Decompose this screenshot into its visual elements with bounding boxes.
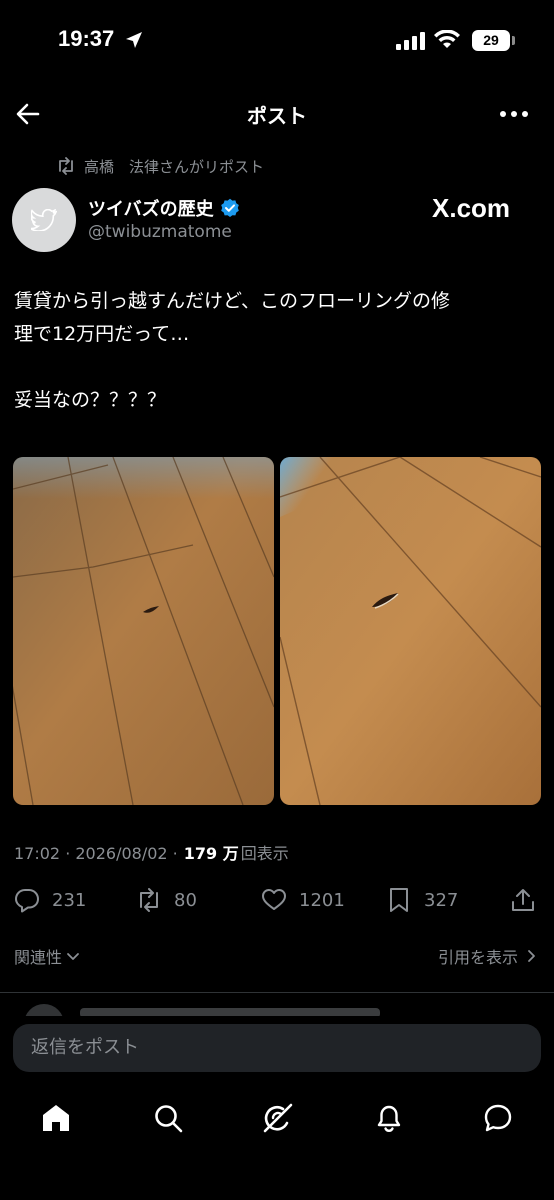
share-icon [512, 889, 534, 911]
reply-count: 231 [52, 889, 87, 911]
post-meta: 17:02 · 2026/08/02 · 179 万 回表示 [14, 840, 289, 864]
post-timestamp: 17:02 · 2026/08/02 · [14, 844, 178, 863]
top-nav-bar: ポスト [0, 92, 554, 138]
sort-relevance-label: 関連性 [14, 948, 63, 967]
status-bar: 19:37 29 [0, 0, 554, 80]
bird-icon [31, 209, 57, 231]
chevron-down-icon [67, 953, 79, 960]
location-arrow-icon [126, 32, 142, 48]
search-icon [155, 1105, 183, 1133]
post-text: 賃貸から引っ越すんだけど、このフローリングの修 理で12万円だって… 妥当なの？… [14, 285, 544, 417]
repost-icon [59, 157, 73, 175]
status-time: 19:37 [58, 26, 115, 51]
like-button[interactable]: 1201 [261, 880, 345, 920]
author-handle[interactable]: @twibuzmatome [88, 222, 232, 242]
divider [0, 992, 554, 993]
reply-avatar [24, 1004, 64, 1016]
like-count: 1201 [299, 889, 345, 911]
author-display-name: ツイバズの歴史 [88, 199, 214, 220]
grok-icon [263, 1103, 293, 1133]
post-photo[interactable] [13, 457, 274, 805]
message-icon [484, 1104, 512, 1132]
post-actions: 231 80 1201 327 [0, 880, 554, 920]
comment-icon [15, 889, 39, 913]
wifi-icon [434, 30, 460, 48]
bell-icon [377, 1105, 401, 1133]
chevron-right-icon [528, 950, 535, 962]
page-title: ポスト [247, 104, 307, 128]
floor-photo-image [280, 457, 541, 805]
repost-icon [140, 888, 158, 912]
tab-notifications[interactable] [373, 1102, 405, 1134]
author-name[interactable]: ツイバズの歴史 [88, 195, 240, 221]
xcom-badge: X.com [432, 193, 510, 224]
bookmark-count: 327 [424, 889, 459, 911]
cellular-signal-icon [396, 32, 425, 50]
replies-sort-row: 関連性 引用を表示 [0, 944, 554, 970]
bottom-tab-bar [0, 1090, 554, 1146]
repost-button[interactable]: 80 [136, 880, 197, 920]
post-text-line: 理で12万円だって… [14, 323, 190, 345]
repost-count: 80 [174, 889, 197, 911]
post-text-line: 賃貸から引っ越すんだけど、このフローリングの修 [14, 290, 451, 312]
tab-home[interactable] [40, 1102, 72, 1134]
xcom-text: X.com [432, 193, 511, 223]
post-photo[interactable] [280, 457, 541, 805]
view-count: 179 万 [183, 844, 239, 863]
view-count-label: 回表示 [240, 844, 289, 863]
verified-badge-icon [220, 198, 239, 217]
bookmark-button[interactable]: 327 [386, 880, 458, 920]
repost-attribution[interactable]: 高橋 法律さんがリポスト [56, 154, 264, 178]
tab-search[interactable] [152, 1102, 184, 1134]
sort-relevance-button[interactable]: 関連性 [14, 944, 80, 968]
reply-header-partial [80, 1008, 380, 1016]
repost-text: 高橋 法律さんがリポスト [84, 157, 265, 176]
share-button[interactable] [510, 880, 536, 920]
avatar[interactable] [12, 188, 76, 252]
reply-input[interactable]: 返信をポスト [13, 1024, 541, 1072]
battery-indicator: 29 [472, 30, 510, 51]
heart-icon [262, 889, 286, 910]
post-text-line: 妥当なの？？？？ [14, 389, 167, 411]
floor-photo-image [13, 457, 274, 805]
tab-messages[interactable] [482, 1102, 514, 1134]
view-quotes-label: 引用を表示 [437, 948, 518, 967]
reply-preview-partial [20, 1002, 540, 1016]
tab-grok[interactable] [262, 1102, 294, 1134]
view-quotes-button[interactable]: 引用を表示 [438, 944, 538, 968]
more-horizontal-icon[interactable] [498, 104, 530, 124]
home-icon [43, 1105, 69, 1131]
battery-tip [512, 36, 515, 45]
reply-button[interactable]: 231 [14, 880, 86, 920]
bookmark-icon [390, 888, 408, 912]
